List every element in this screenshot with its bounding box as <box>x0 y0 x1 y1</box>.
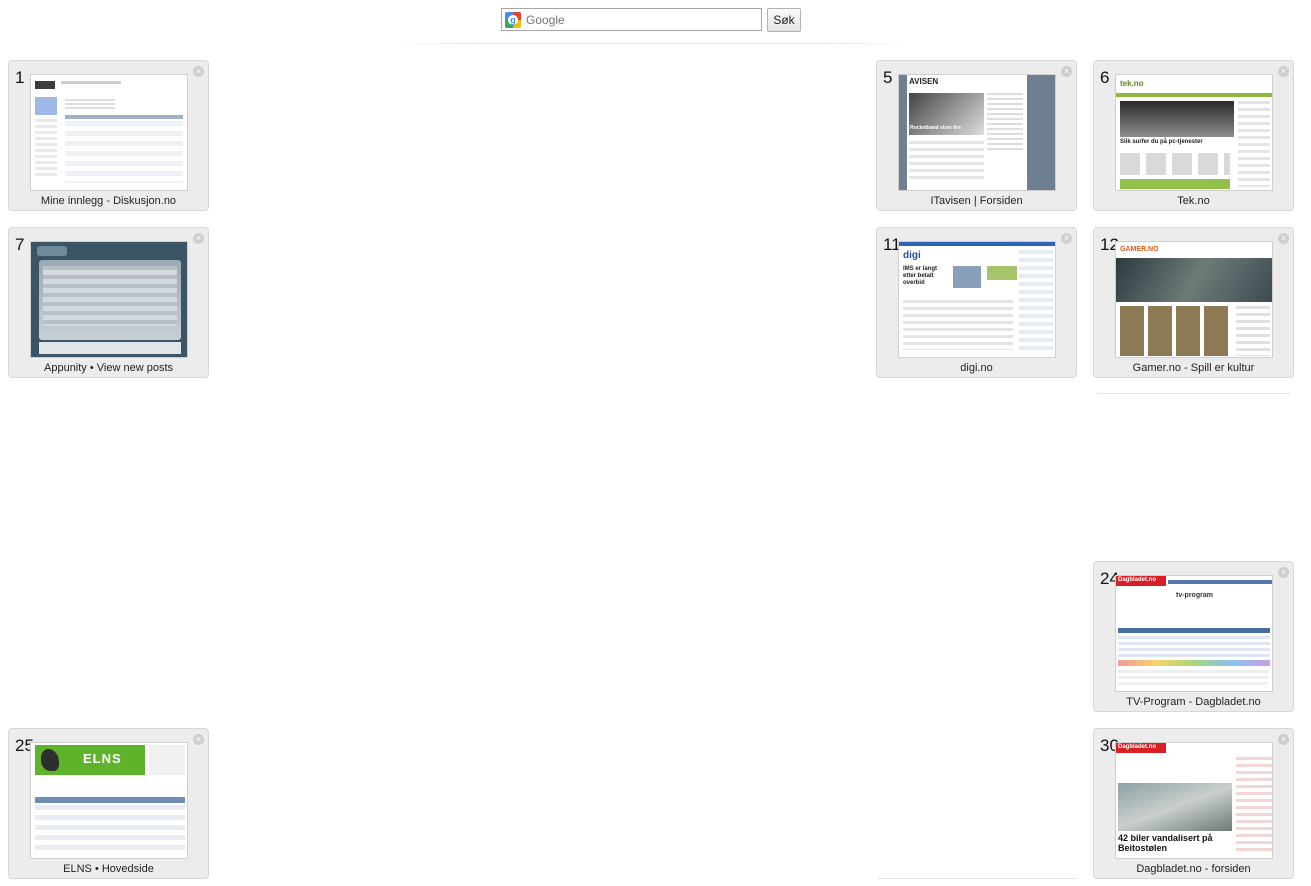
site-thumbnail: Dagbladet.no 42 biler vandalisert på Bei… <box>1115 742 1273 859</box>
row-divider <box>878 878 1076 879</box>
google-icon: g <box>505 11 521 28</box>
close-icon[interactable]: × <box>1278 66 1289 77</box>
tile-title: TV-Program - Dagbladet.no <box>1126 696 1261 708</box>
tile-title: Dagbladet.no - forsiden <box>1136 863 1251 875</box>
thumb-logo: ELNS <box>83 751 122 766</box>
thumb-headline: Rocketband viser fire <box>910 125 961 131</box>
site-thumbnail: AVISEN Rocketband viser fire <box>898 74 1056 191</box>
tile-title: Tek.no <box>1177 195 1210 207</box>
close-icon[interactable]: × <box>1061 66 1072 77</box>
close-icon[interactable]: × <box>193 66 204 77</box>
close-icon[interactable]: × <box>1278 233 1289 244</box>
tile-title: ITavisen | Forsiden <box>930 195 1023 207</box>
search-box[interactable]: g <box>501 8 762 31</box>
thumb-logo: digi <box>903 250 921 261</box>
tile-number: 1 <box>15 68 25 87</box>
site-thumbnail <box>30 74 188 191</box>
thumb-logo: Dagbladet.no <box>1118 577 1157 583</box>
close-icon[interactable]: × <box>1278 567 1289 578</box>
thumb-headline: 42 biler vandalisert på Beitostølen <box>1118 833 1213 853</box>
thumbnail-tile[interactable]: 12 × GAMER.NO Gamer.no - Spill er kultur <box>1093 227 1294 378</box>
site-thumbnail: GAMER.NO <box>1115 241 1273 358</box>
tile-number: 6 <box>1100 68 1110 87</box>
thumb-headline: tv-program <box>1176 592 1213 599</box>
site-thumbnail: Dagbladet.no tv-program <box>1115 575 1273 692</box>
thumbnail-tile[interactable]: 1 × Mine innlegg - Diskusjon.no <box>8 60 209 211</box>
site-thumbnail: tek.no Slik surfer du på pc-tjenester <box>1115 74 1273 191</box>
search-divider <box>393 43 913 44</box>
close-icon[interactable]: × <box>1278 734 1289 745</box>
thumbnail-tile[interactable]: 6 × tek.no Slik surfer du på pc-tjeneste… <box>1093 60 1294 211</box>
site-thumbnail: ELNS <box>30 742 188 859</box>
search-button[interactable]: Søk <box>767 8 801 32</box>
thumb-headline: IMS er langt etter betalt overbid <box>903 266 938 286</box>
tile-number: 7 <box>15 235 25 254</box>
tile-title: ELNS • Hovedside <box>63 863 154 875</box>
tile-title: Appunity • View new posts <box>44 362 173 374</box>
thumbnail-tile[interactable]: 7 × Appunity • View new posts <box>8 227 209 378</box>
close-icon[interactable]: × <box>193 233 204 244</box>
thumb-headline: Slik surfer du på pc-tjenester <box>1120 139 1203 145</box>
close-icon[interactable]: × <box>1061 233 1072 244</box>
tile-number: 5 <box>883 68 893 87</box>
thumbnail-tile[interactable]: 5 × AVISEN Rocketband viser fire ITavise… <box>876 60 1077 211</box>
tile-title: Mine innlegg - Diskusjon.no <box>40 195 177 207</box>
site-thumbnail: digi IMS er langt etter betalt overbid <box>898 241 1056 358</box>
thumb-logo: GAMER.NO <box>1120 246 1159 253</box>
row-divider <box>1097 393 1290 394</box>
thumb-logo: tek.no <box>1120 79 1144 88</box>
close-icon[interactable]: × <box>193 734 204 745</box>
thumbnail-tile[interactable]: 11 × digi IMS er langt etter betalt over… <box>876 227 1077 378</box>
thumb-logo: Dagbladet.no <box>1118 744 1157 750</box>
thumbnail-tile[interactable]: 30 × Dagbladet.no 42 biler vandalisert p… <box>1093 728 1294 879</box>
new-tab-page: g Søk 1 × Mine innlegg - Diskusjon.no 5 … <box>0 0 1311 886</box>
thumb-logo: AVISEN <box>909 77 939 86</box>
tile-title: Gamer.no - Spill er kultur <box>1132 362 1255 374</box>
search-input[interactable] <box>526 10 761 29</box>
tile-title: digi.no <box>960 362 993 374</box>
thumbnail-tile[interactable]: 24 × Dagbladet.no tv-program TV-Program … <box>1093 561 1294 712</box>
site-thumbnail <box>30 241 188 358</box>
thumbnail-tile[interactable]: 25 × ELNS ELNS • Hovedside <box>8 728 209 879</box>
